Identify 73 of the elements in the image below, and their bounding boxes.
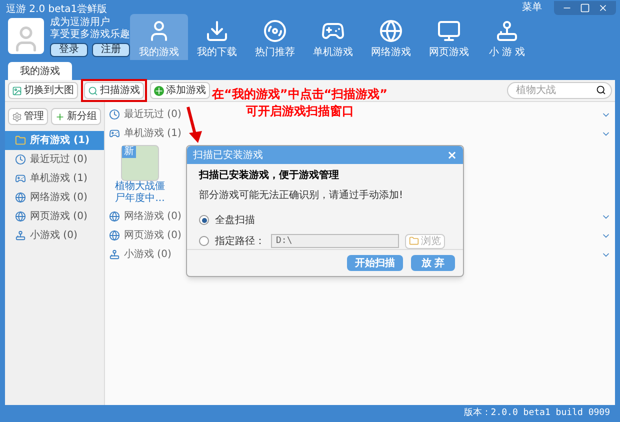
scan-games-button[interactable]: 扫描游戏 xyxy=(84,82,144,99)
picture-icon xyxy=(12,86,22,96)
nav-tab[interactable]: 单机游戏 xyxy=(304,14,362,60)
option-label[interactable]: 全盘扫描 xyxy=(215,212,255,228)
gamepad-icon xyxy=(109,128,120,139)
annotation-text: 在“我的游戏”中点击“扫描游戏” xyxy=(212,86,388,103)
joystick-icon xyxy=(109,249,120,260)
plus-icon xyxy=(154,86,164,96)
add-game-button[interactable]: 添加游戏 xyxy=(150,82,210,99)
sidebar-item[interactable]: 单机游戏 (1) xyxy=(5,169,104,188)
gamepad-icon xyxy=(15,173,26,184)
window-title: 逗游 2.0 beta1尝鲜版 xyxy=(6,2,108,16)
group-header[interactable]: 网页游戏 (0) xyxy=(124,228,182,243)
gear-icon xyxy=(12,112,22,122)
user-prompt: 享受更多游戏乐趣 xyxy=(50,29,130,41)
new-badge: 新 xyxy=(122,146,136,158)
globe-icon xyxy=(15,211,26,222)
option-label[interactable]: 指定路径： xyxy=(215,234,265,248)
new-group-button[interactable]: 新分组 xyxy=(51,108,101,125)
dialog-note: 部分游戏可能无法正确识别，请通过手动添加! xyxy=(199,188,404,203)
cancel-button[interactable]: 放 弃 xyxy=(411,255,455,271)
menu-link[interactable]: 菜单 xyxy=(522,0,542,15)
path-field[interactable]: D:\ xyxy=(271,234,399,248)
close-button[interactable]: × xyxy=(446,149,457,161)
annotation-text: 可开启游戏扫描窗口 xyxy=(246,103,354,120)
sidebar-item[interactable]: 最近玩过 (0) xyxy=(5,150,104,169)
nav-tab[interactable]: 热门推荐 xyxy=(246,14,304,60)
group-header[interactable]: 网络游戏 (0) xyxy=(124,209,182,224)
switch-view-button[interactable]: 切换到大图 xyxy=(8,82,78,99)
dialog-heading: 扫描已安装游戏，便于游戏管理 xyxy=(199,168,340,183)
globe-icon xyxy=(109,230,120,241)
dialog-title: 扫描已安装游戏 xyxy=(193,148,263,162)
user-prompt: 成为逗游用户 xyxy=(50,17,111,28)
radio-button[interactable] xyxy=(199,215,209,225)
sidebar-item[interactable]: 所有游戏 (1) xyxy=(5,131,104,150)
manage-button[interactable]: 管理 xyxy=(8,108,48,125)
radio-button[interactable] xyxy=(199,236,209,246)
folder-icon xyxy=(409,236,419,246)
group-header[interactable]: 单机游戏 (1) xyxy=(124,126,182,141)
group-header[interactable]: 小游戏 (0) xyxy=(124,247,172,262)
version-text: 版本：2.0.0 beta1 build 0909 xyxy=(464,406,610,420)
clock-icon xyxy=(109,109,120,120)
close-icon[interactable] xyxy=(598,2,608,12)
login-button[interactable]: 登录 xyxy=(50,43,88,57)
maximize-icon[interactable] xyxy=(580,2,590,12)
sidebar-item[interactable]: 网页游戏 (0) xyxy=(5,207,104,226)
clock-icon xyxy=(15,154,26,165)
search-field[interactable]: 植物大战 xyxy=(507,82,612,99)
disc-icon xyxy=(263,19,287,43)
start-scan-button[interactable]: 开始扫描 xyxy=(347,255,403,271)
globe-icon xyxy=(379,19,403,43)
nav-tab[interactable]: 我的下载 xyxy=(188,14,246,60)
globe-icon xyxy=(15,192,26,203)
nav-tab[interactable]: 小 游 戏 xyxy=(478,14,536,60)
sidebar-item[interactable]: 网络游戏 (0) xyxy=(5,188,104,207)
nav-tab[interactable]: 网络游戏 xyxy=(362,14,420,60)
joystick-icon xyxy=(495,19,519,43)
register-button[interactable]: 注册 xyxy=(92,43,130,57)
globe-icon xyxy=(109,211,120,222)
game-thumbnail[interactable]: 新 xyxy=(121,145,159,181)
download-icon xyxy=(205,19,229,43)
joystick-icon xyxy=(15,230,26,241)
section-tab[interactable]: 我的游戏 xyxy=(8,62,72,80)
search-icon[interactable] xyxy=(596,85,606,95)
folder-icon xyxy=(15,135,26,146)
sidebar-item[interactable]: 小游戏 (0) xyxy=(5,226,104,245)
pointer-arrow xyxy=(186,106,204,144)
plus-icon xyxy=(55,112,65,122)
group-header[interactable]: 最近玩过 (0) xyxy=(124,107,182,122)
game-title[interactable]: 植物大战僵尸年度中... xyxy=(113,181,167,205)
monitor-icon xyxy=(437,19,461,43)
search-icon xyxy=(88,86,98,96)
nav-tab[interactable]: 网页游戏 xyxy=(420,14,478,60)
